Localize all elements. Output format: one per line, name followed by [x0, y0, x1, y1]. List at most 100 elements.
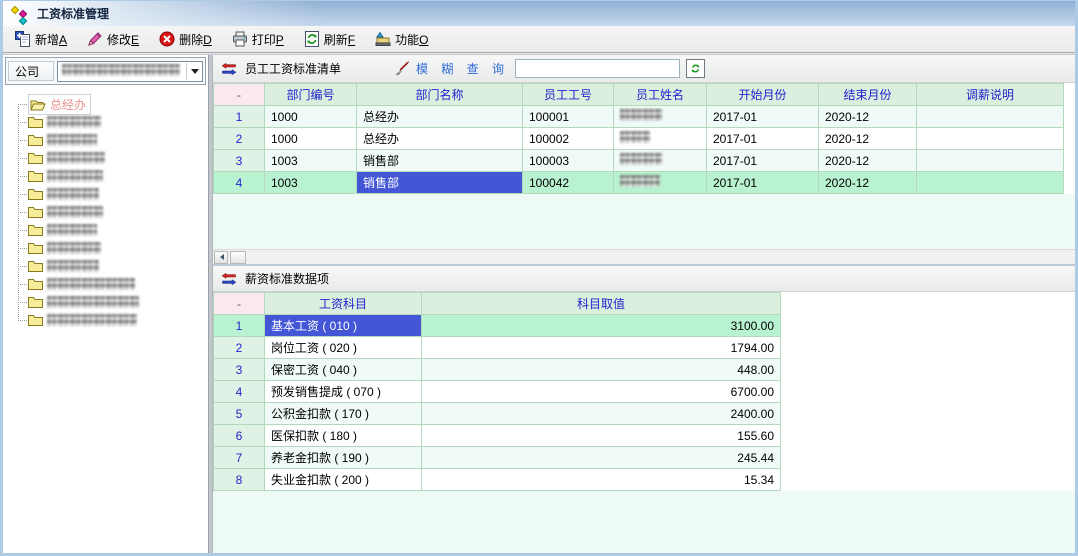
cell-salary-item[interactable]: 公积金扣款 ( 170 ) — [265, 403, 422, 425]
tree-item[interactable] — [13, 131, 208, 149]
column-header-dept-no[interactable]: 部门编号 — [265, 84, 357, 106]
cell-emp-no[interactable]: 100001 — [523, 106, 614, 128]
tree-item-label-redacted — [47, 134, 97, 146]
function-button-label: 功能 — [395, 33, 419, 47]
row-number: 2 — [214, 337, 265, 359]
folder-icon — [28, 278, 43, 290]
cell-note[interactable] — [917, 172, 1064, 194]
search-refresh-button[interactable] — [686, 59, 705, 78]
scrollbar-thumb[interactable] — [230, 251, 246, 264]
cell-note[interactable] — [917, 150, 1064, 172]
cell-salary-item[interactable]: 保密工资 ( 040 ) — [265, 359, 422, 381]
cell-salary-item[interactable]: 预发销售提成 ( 070 ) — [265, 381, 422, 403]
employee-row-4-selected[interactable]: 4 1003 销售部 100042 2017-01 2020-12 — [214, 172, 1064, 194]
cell-dept-name[interactable]: 总经办 — [357, 128, 523, 150]
edit-button-label: 修改 — [107, 33, 131, 47]
company-dropdown-button[interactable] — [186, 63, 202, 80]
salary-row-3[interactable]: 3 保密工资 ( 040 ) 448.00 — [214, 359, 781, 381]
cell-dept-name[interactable]: 销售部 — [357, 150, 523, 172]
salary-row-8[interactable]: 8 失业金扣款 ( 200 ) 15.34 — [214, 469, 781, 491]
cell-dept-no[interactable]: 1003 — [265, 150, 357, 172]
cell-dept-no[interactable]: 1000 — [265, 106, 357, 128]
tree-item[interactable] — [13, 149, 208, 167]
fuzzy-search-input[interactable] — [515, 59, 680, 78]
cell-note[interactable] — [917, 106, 1064, 128]
tree-item[interactable] — [13, 257, 208, 275]
edit-button[interactable]: 修改E — [87, 31, 139, 48]
salary-row-7[interactable]: 7 养老金扣款 ( 190 ) 245.44 — [214, 447, 781, 469]
tree-item[interactable] — [13, 311, 208, 329]
cell-emp-name-redacted[interactable] — [614, 128, 707, 150]
cell-emp-name-redacted[interactable] — [614, 172, 707, 194]
salary-row-4[interactable]: 4 预发销售提成 ( 070 ) 6700.00 — [214, 381, 781, 403]
column-header-emp-no[interactable]: 员工工号 — [523, 84, 614, 106]
tree-item[interactable] — [13, 293, 208, 311]
cell-salary-item[interactable]: 失业金扣款 ( 200 ) — [265, 469, 422, 491]
print-button[interactable]: 打印P — [232, 31, 284, 48]
column-header-start-month[interactable]: 开始月份 — [707, 84, 819, 106]
cell-emp-no[interactable]: 100042 — [523, 172, 614, 194]
folder-icon — [28, 296, 43, 308]
cell-start-month[interactable]: 2017-01 — [707, 128, 819, 150]
company-combobox[interactable] — [57, 61, 203, 82]
cell-item-value[interactable]: 2400.00 — [422, 403, 781, 425]
cell-item-value[interactable]: 3100.00 — [422, 315, 781, 337]
salary-row-1-selected[interactable]: 1 基本工资 ( 010 ) 3100.00 — [214, 315, 781, 337]
salary-row-6[interactable]: 6 医保扣款 ( 180 ) 155.60 — [214, 425, 781, 447]
cell-emp-name-redacted[interactable] — [614, 106, 707, 128]
cell-item-value[interactable]: 6700.00 — [422, 381, 781, 403]
cell-salary-item-selected[interactable]: 基本工资 ( 010 ) — [265, 315, 422, 337]
content-area: 员工工资标准清单 模 糊 查 询 — [213, 55, 1075, 553]
cell-dept-no[interactable]: 1003 — [265, 172, 357, 194]
column-header-item-value[interactable]: 科目取值 — [422, 293, 781, 315]
tree-item[interactable] — [13, 221, 208, 239]
cell-emp-no[interactable]: 100002 — [523, 128, 614, 150]
cell-dept-name-selected[interactable]: 销售部 — [357, 172, 523, 194]
salary-row-5[interactable]: 5 公积金扣款 ( 170 ) 2400.00 — [214, 403, 781, 425]
scroll-left-button[interactable] — [214, 251, 228, 264]
cell-salary-item[interactable]: 养老金扣款 ( 190 ) — [265, 447, 422, 469]
tree-item[interactable] — [13, 113, 208, 131]
tree-item[interactable] — [13, 239, 208, 257]
tree-item-label-redacted — [47, 260, 99, 272]
employee-row-3[interactable]: 3 1003 销售部 100003 2017-01 2020-12 — [214, 150, 1064, 172]
column-header-note[interactable]: 调薪说明 — [917, 84, 1064, 106]
column-header-salary-item[interactable]: 工资科目 — [265, 293, 422, 315]
tree-item-selected[interactable]: 总经办 — [13, 95, 208, 113]
tree-item[interactable] — [13, 185, 208, 203]
cell-salary-item[interactable]: 岗位工资 ( 020 ) — [265, 337, 422, 359]
add-button[interactable]: 新增A — [15, 31, 67, 48]
cell-end-month[interactable]: 2020-12 — [819, 150, 917, 172]
cell-dept-name[interactable]: 总经办 — [357, 106, 523, 128]
column-header-dept-name[interactable]: 部门名称 — [357, 84, 523, 106]
refresh-button[interactable]: 刷新F — [304, 31, 355, 48]
tree-item[interactable] — [13, 167, 208, 185]
cell-start-month[interactable]: 2017-01 — [707, 150, 819, 172]
cell-emp-name-redacted[interactable] — [614, 150, 707, 172]
app-window: 工资标准管理 新增A 修改E 删除D — [0, 0, 1078, 556]
cell-note[interactable] — [917, 128, 1064, 150]
cell-dept-no[interactable]: 1000 — [265, 128, 357, 150]
delete-button[interactable]: 删除D — [159, 31, 212, 48]
cell-end-month[interactable]: 2020-12 — [819, 128, 917, 150]
cell-item-value[interactable]: 245.44 — [422, 447, 781, 469]
cell-start-month[interactable]: 2017-01 — [707, 172, 819, 194]
cell-item-value[interactable]: 155.60 — [422, 425, 781, 447]
salary-row-2[interactable]: 2 岗位工资 ( 020 ) 1794.00 — [214, 337, 781, 359]
employee-row-1[interactable]: 1 1000 总经办 100001 2017-01 2020-12 — [214, 106, 1064, 128]
cell-end-month[interactable]: 2020-12 — [819, 172, 917, 194]
cell-start-month[interactable]: 2017-01 — [707, 106, 819, 128]
tree-item[interactable] — [13, 203, 208, 221]
employee-row-2[interactable]: 2 1000 总经办 100002 2017-01 2020-12 — [214, 128, 1064, 150]
cell-item-value[interactable]: 448.00 — [422, 359, 781, 381]
cell-emp-no[interactable]: 100003 — [523, 150, 614, 172]
column-header-emp-name[interactable]: 员工姓名 — [614, 84, 707, 106]
cell-item-value[interactable]: 1794.00 — [422, 337, 781, 359]
cell-item-value[interactable]: 15.34 — [422, 469, 781, 491]
cell-end-month[interactable]: 2020-12 — [819, 106, 917, 128]
tree-item[interactable] — [13, 275, 208, 293]
column-header-end-month[interactable]: 结束月份 — [819, 84, 917, 106]
horizontal-scrollbar[interactable] — [213, 249, 1075, 264]
cell-salary-item[interactable]: 医保扣款 ( 180 ) — [265, 425, 422, 447]
function-button[interactable]: 功能O — [375, 31, 428, 48]
